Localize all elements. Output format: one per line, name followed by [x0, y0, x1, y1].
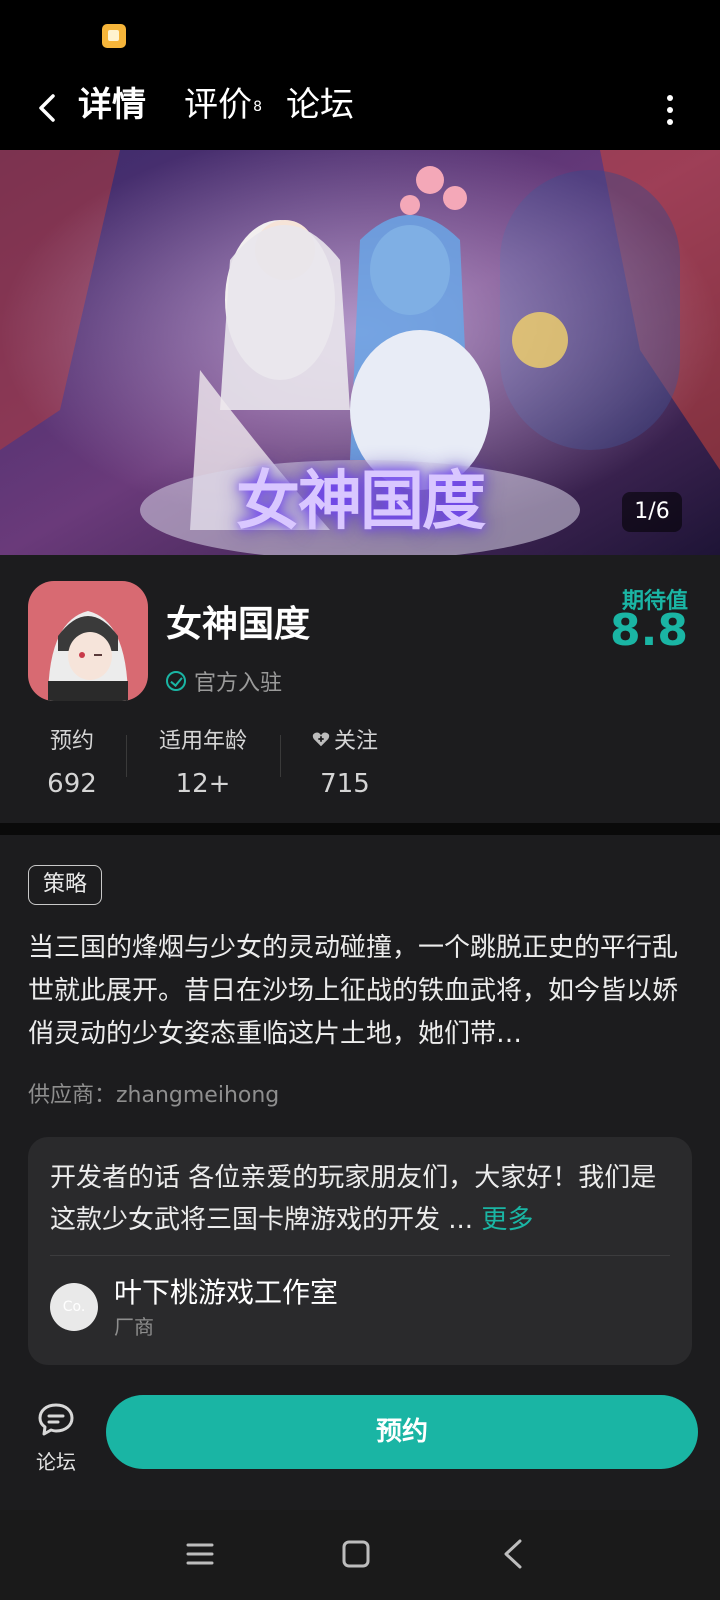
- status-bar: [0, 0, 720, 70]
- genre-tag[interactable]: 策略: [28, 865, 103, 905]
- back-button[interactable]: [28, 88, 68, 128]
- back-triangle-icon: [504, 1539, 522, 1569]
- app-icon: [28, 581, 148, 701]
- more-link[interactable]: 更多: [481, 1205, 533, 1235]
- stat-divider: [280, 735, 281, 777]
- official-label: 官方入驻: [194, 671, 283, 696]
- game-description[interactable]: 当三国的烽烟与少女的灵动碰撞，一个跳脱正史的平行乱世就此展开。昔日在沙场上征战的…: [28, 927, 692, 1056]
- studio-avatar[interactable]: Co.: [50, 1283, 98, 1331]
- developer-message[interactable]: 开发者的话 各位亲爱的玩家朋友们，大家好！我们是这款少女武将三国卡牌游戏的开发 …: [50, 1157, 670, 1241]
- studio-role: 厂商: [114, 1315, 154, 1339]
- stat-followers[interactable]: 关注 715: [300, 723, 390, 799]
- banner-carousel[interactable]: 女神国度 1/6: [0, 150, 720, 555]
- studio-name[interactable]: 叶下桃游戏工作室: [114, 1271, 338, 1311]
- forum-button[interactable]: 论坛: [26, 1400, 86, 1480]
- chat-bubble-icon: [38, 1403, 74, 1436]
- app-info-section: 女神国度 官方入驻 期待值 8.8 预约 692 适用年龄 12+ 关注 715: [0, 555, 720, 823]
- banner-game-logo: 女神国度: [236, 464, 486, 539]
- stat-label: 预约: [49, 729, 94, 754]
- expect-score: 8.8: [610, 605, 688, 656]
- system-back-button[interactable]: [494, 1534, 534, 1574]
- chevron-left-icon: [39, 94, 55, 122]
- heart-plus-icon: [312, 732, 330, 747]
- stat-value: 692: [47, 769, 97, 799]
- page-indicator: 1/6: [622, 492, 682, 532]
- home-button[interactable]: [336, 1534, 376, 1574]
- more-vertical-icon[interactable]: [664, 92, 676, 126]
- recent-apps-button[interactable]: [180, 1534, 220, 1574]
- system-nav-bar: [0, 1510, 720, 1600]
- tab-forum[interactable]: 论坛: [286, 80, 354, 130]
- developer-message-text: 开发者的话 各位亲爱的玩家朋友们，大家好！我们是这款少女武将三国卡牌游戏的开发 …: [50, 1163, 657, 1235]
- tab-forum-label: 论坛: [286, 85, 354, 125]
- supplier-text: 供应商：zhangmeihong: [28, 1083, 280, 1108]
- section-separator: [0, 823, 720, 835]
- stat-reservations: 预约 692: [32, 723, 112, 799]
- menu-icon: [186, 1543, 214, 1565]
- review-count-badge: 8: [253, 99, 262, 115]
- reserve-button[interactable]: 预约: [106, 1395, 698, 1469]
- stat-divider: [126, 735, 127, 777]
- square-icon: [342, 1540, 370, 1568]
- forum-label: 论坛: [36, 1450, 76, 1474]
- tab-review[interactable]: 评价 8: [184, 80, 262, 130]
- tab-review-label: 评价: [184, 85, 252, 125]
- stat-label: 适用年龄: [158, 729, 247, 754]
- follow-label-row: 关注: [300, 723, 390, 755]
- app-name: 女神国度: [166, 604, 311, 645]
- tab-detail[interactable]: 详情: [76, 80, 148, 130]
- description-section: 策略 当三国的烽烟与少女的灵动碰撞，一个跳脱正史的平行乱世就此展开。昔日在沙场上…: [0, 835, 720, 1510]
- stat-value: 715: [320, 769, 370, 799]
- top-nav: 详情 评价 8 论坛: [0, 70, 720, 150]
- tab-detail-label: 详情: [78, 85, 146, 125]
- stat-label: 关注: [333, 729, 378, 754]
- divider: [50, 1255, 670, 1256]
- gallery-icon: [102, 24, 126, 48]
- stats-row: 预约 692 适用年龄 12+ 关注 715: [0, 715, 720, 799]
- developer-card: 开发者的话 各位亲爱的玩家朋友们，大家好！我们是这款少女武将三国卡牌游戏的开发 …: [28, 1137, 692, 1365]
- stat-value: 12+: [175, 769, 231, 799]
- official-badge: 官方入驻: [166, 665, 282, 697]
- verified-check-icon: [166, 671, 186, 691]
- stat-age-rating: 适用年龄 12+: [148, 723, 258, 799]
